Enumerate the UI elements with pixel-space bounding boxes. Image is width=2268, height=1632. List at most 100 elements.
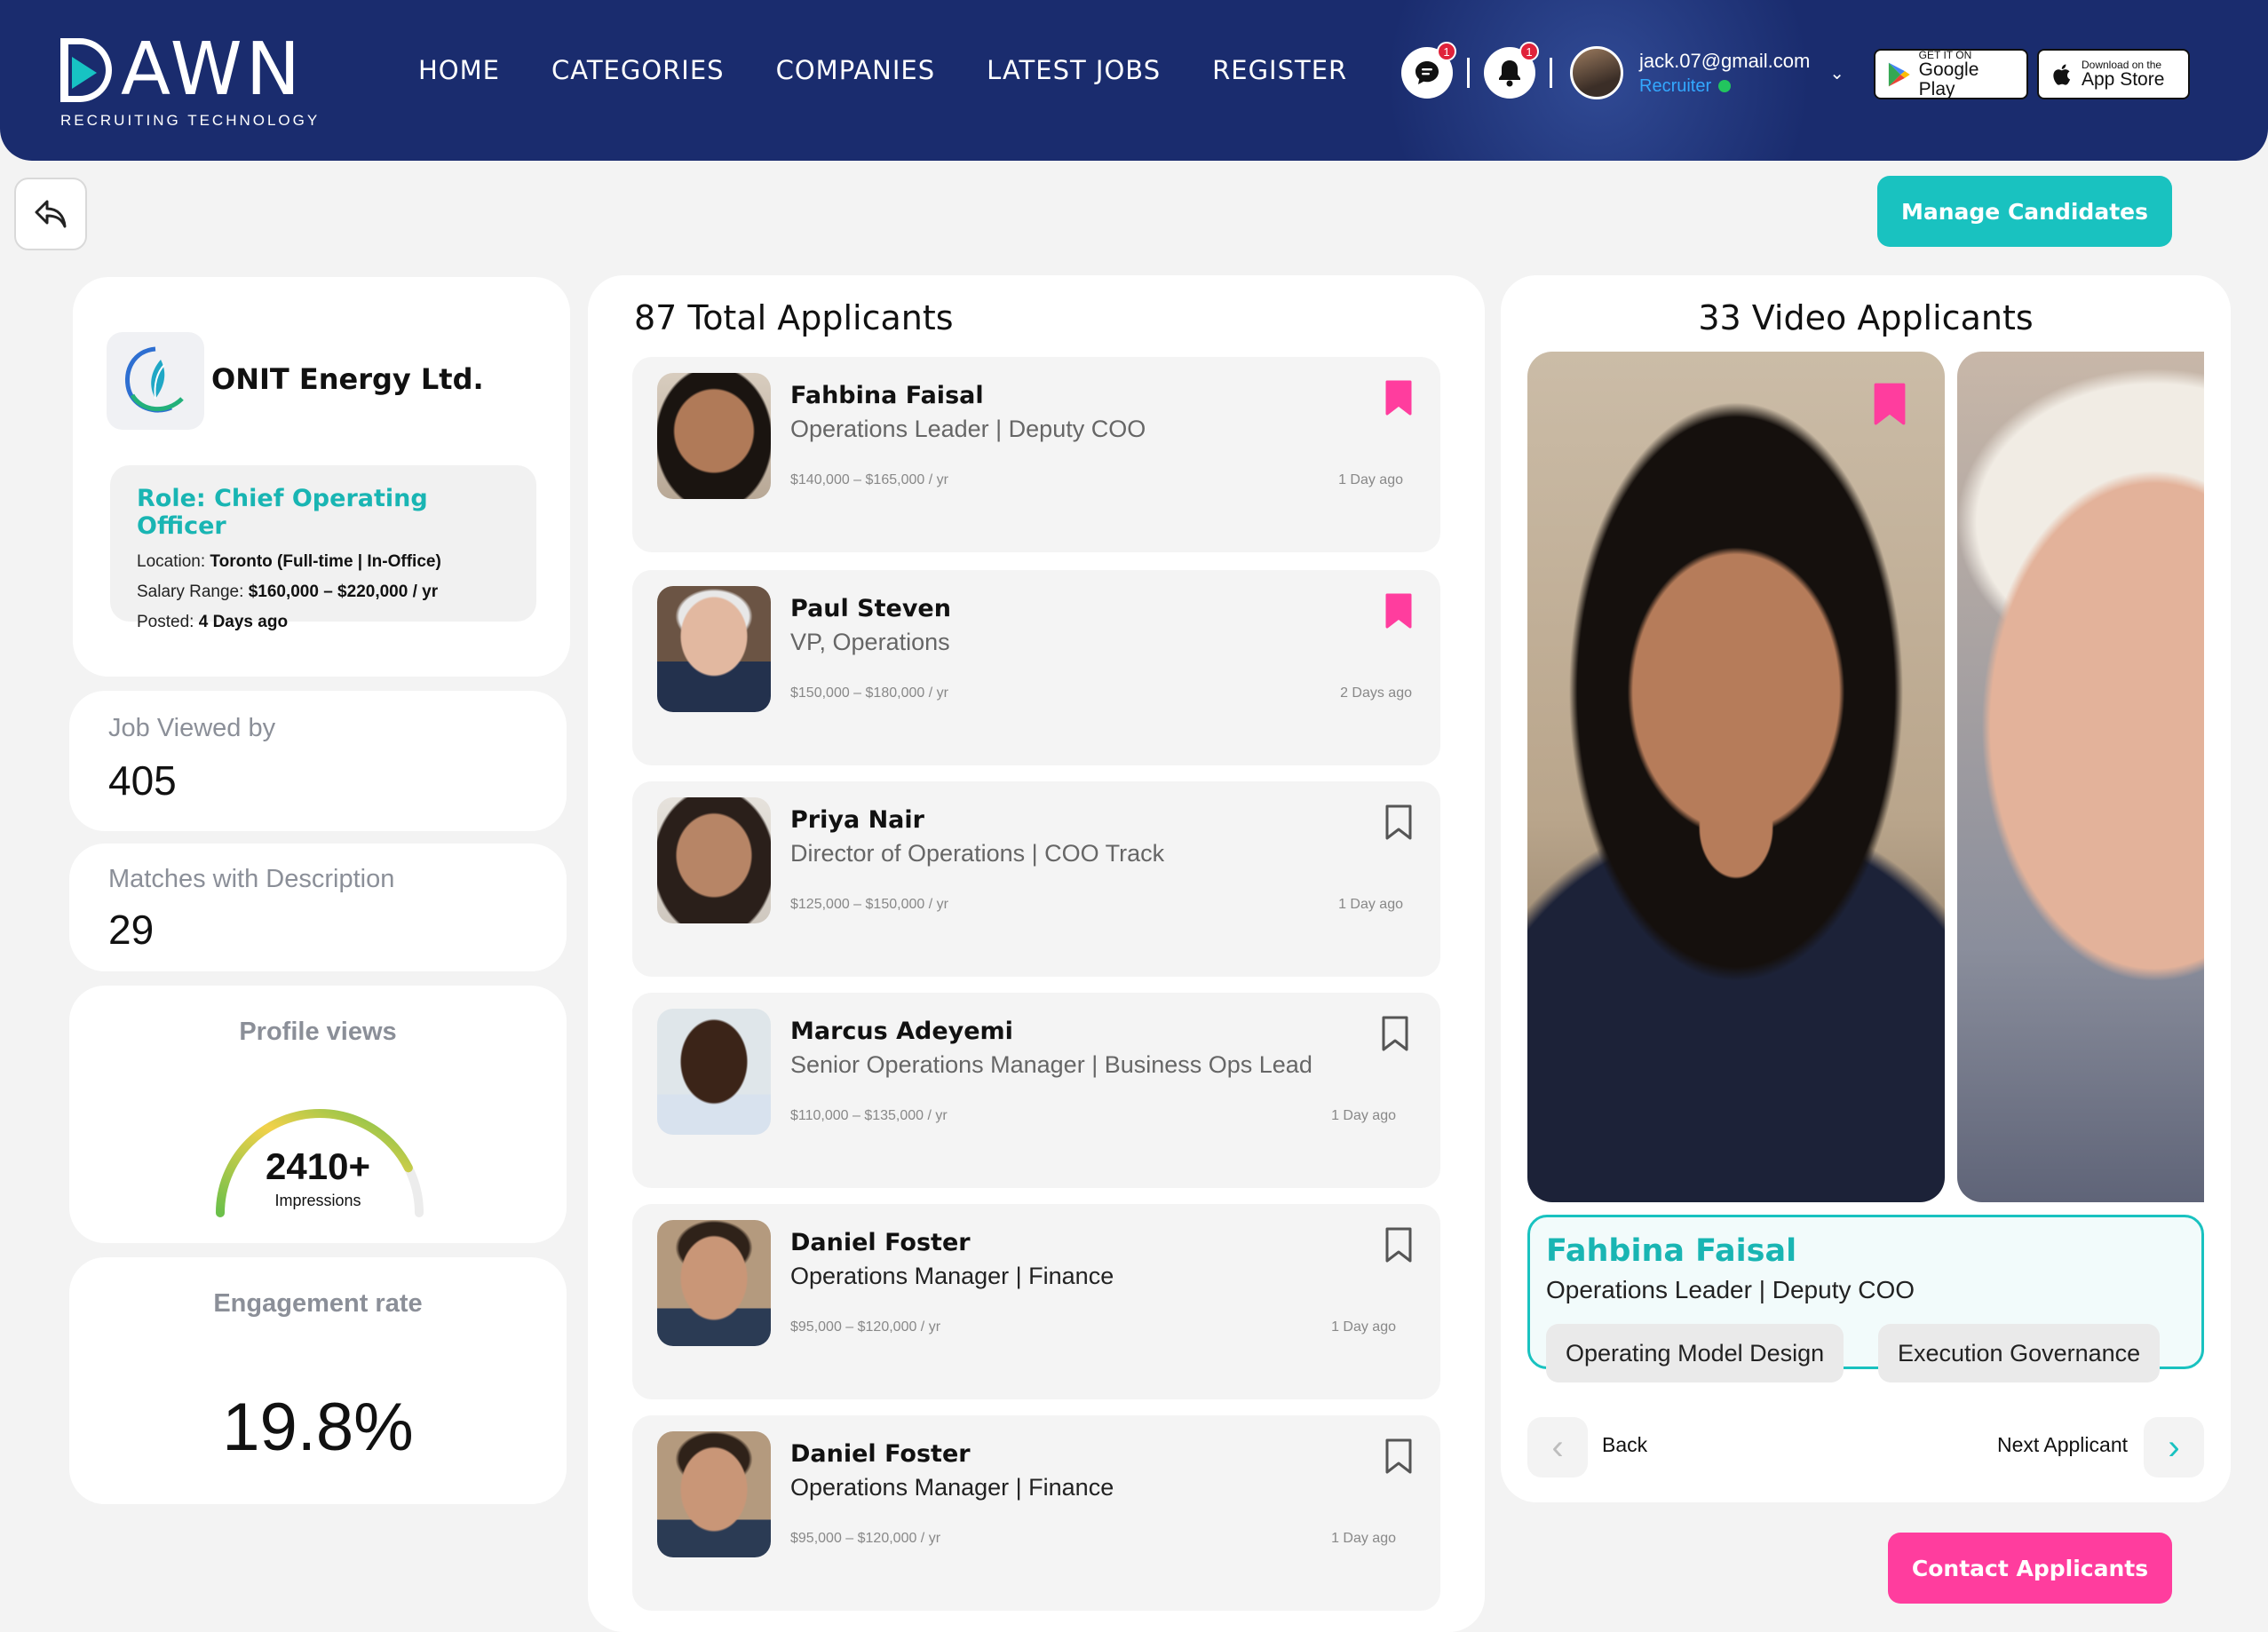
- applicant-photo: [657, 1431, 771, 1557]
- applicant-card[interactable]: Daniel Foster Operations Manager | Finan…: [632, 1415, 1440, 1611]
- matches-label: Matches with Description: [108, 865, 395, 893]
- job-role-title: Role: Chief Operating Officer: [137, 485, 428, 540]
- google-play-small: GET IT ON: [1918, 48, 1972, 61]
- back-button[interactable]: [14, 178, 87, 250]
- bookmark-outline-icon[interactable]: [1382, 1016, 1408, 1051]
- job-posted: Posted: 4 Days ago: [137, 613, 289, 631]
- applicant-photo: [657, 1220, 771, 1346]
- video-applicant-main[interactable]: [1527, 352, 1945, 1202]
- chevron-right-icon[interactable]: ›: [2144, 1417, 2204, 1478]
- logo-d-icon: [60, 38, 112, 102]
- nav-register[interactable]: REGISTER: [1212, 55, 1347, 85]
- applicant-title: Senior Operations Manager | Business Ops…: [790, 1051, 1312, 1078]
- applicant-name: Daniel Foster: [790, 1440, 971, 1468]
- skill-tag[interactable]: Execution Governance: [1878, 1324, 2161, 1382]
- engagement-card: Engagement rate 19.8%: [69, 1257, 567, 1504]
- messages-badge: 1: [1437, 42, 1456, 61]
- applicant-name: Paul Steven: [790, 595, 951, 622]
- applicant-time: 1 Day ago: [1331, 1108, 1396, 1123]
- bookmark-filled-icon[interactable]: [1874, 382, 1906, 426]
- company-name[interactable]: ONIT Energy Ltd.: [211, 362, 484, 396]
- applicant-card[interactable]: Paul Steven VP, Operations $150,000 – $1…: [632, 570, 1440, 765]
- nav-latest-jobs[interactable]: LATEST JOBS: [987, 55, 1161, 85]
- notifications-badge: 1: [1519, 42, 1539, 61]
- applicant-card[interactable]: Marcus Adeyemi Senior Operations Manager…: [632, 993, 1440, 1188]
- profile-views-label: Profile views: [239, 1018, 397, 1046]
- applicant-salary: $95,000 – $120,000 / yr: [790, 1531, 941, 1546]
- applicant-card[interactable]: Daniel Foster Operations Manager | Finan…: [632, 1204, 1440, 1399]
- applicant-title: Operations Manager | Finance: [790, 1263, 1114, 1289]
- brand-logo[interactable]: AWN RECRUITING TECHNOLOGY: [60, 34, 320, 130]
- applicant-name: Priya Nair: [790, 806, 924, 834]
- bookmark-outline-icon[interactable]: [1385, 1438, 1412, 1474]
- applicant-title: Director of Operations | COO Track: [790, 840, 1165, 867]
- engagement-value: 19.8%: [222, 1390, 414, 1465]
- bookmark-outline-icon[interactable]: [1385, 804, 1412, 840]
- applicant-salary: $150,000 – $180,000 / yr: [790, 685, 948, 701]
- nav-companies[interactable]: COMPANIES: [776, 55, 936, 85]
- header-divider: [1550, 58, 1552, 88]
- applicant-salary: $95,000 – $120,000 / yr: [790, 1319, 941, 1335]
- notifications-button[interactable]: 1: [1484, 42, 1539, 99]
- company-card: ONIT Energy Ltd. Role: Chief Operating O…: [73, 277, 570, 677]
- applicant-time: 1 Day ago: [1331, 1531, 1396, 1546]
- user-role-label: Recruiter: [1639, 75, 1712, 96]
- job-viewed-card: Job Viewed by 405: [69, 691, 567, 831]
- leaf-swirl-icon: [125, 346, 184, 413]
- nav-categories[interactable]: CATEGORIES: [551, 55, 725, 85]
- applicant-time: 1 Day ago: [1338, 897, 1403, 912]
- header-tools: 1 1 jack.07@gmail.com Recruiter ⌄: [1401, 42, 1844, 99]
- applicant-name: Marcus Adeyemi: [790, 1018, 1013, 1045]
- video-applicant-name[interactable]: Fahbina Faisal: [1546, 1233, 1796, 1269]
- profile-views-sub: Impressions: [274, 1192, 361, 1209]
- applicant-salary: $140,000 – $165,000 / yr: [790, 472, 948, 487]
- company-logo: [107, 332, 204, 430]
- brand-name-rest: AWN: [121, 28, 305, 112]
- applicant-photo: [657, 1009, 771, 1135]
- google-play-icon: [1888, 62, 1910, 86]
- contact-applicants-button[interactable]: Contact Applicants: [1888, 1533, 2172, 1604]
- next-applicant-link[interactable]: Next Applicant: [1997, 1433, 2128, 1457]
- job-summary: Role: Chief Operating Officer Location: …: [110, 465, 536, 631]
- matches-value: 29: [108, 907, 155, 953]
- video-applicant-next[interactable]: [1957, 352, 2204, 1202]
- manage-candidates-button[interactable]: Manage Candidates: [1877, 176, 2172, 247]
- chat-icon: [1416, 61, 1439, 84]
- video-applicants-title: 33 Video Applicants: [1698, 298, 2034, 337]
- applicant-card[interactable]: Priya Nair Director of Operations | COO …: [632, 781, 1440, 977]
- profile-views-card: Profile views 2410+ Impressions: [69, 986, 567, 1243]
- reply-arrow-icon: [35, 200, 67, 228]
- applicant-time: 2 Days ago: [1340, 685, 1412, 701]
- engagement-label: Engagement rate: [213, 1289, 423, 1318]
- video-applicant-title: Operations Leader | Deputy COO: [1546, 1276, 1915, 1303]
- chevron-down-icon[interactable]: ⌄: [1829, 62, 1844, 84]
- user-role: Recruiter: [1639, 76, 1810, 97]
- video-navigation: ‹ Back Next Applicant ›: [1527, 1417, 2204, 1479]
- bookmark-filled-icon[interactable]: [1385, 380, 1412, 416]
- bookmark-filled-icon[interactable]: [1385, 593, 1412, 629]
- main-nav: HOME CATEGORIES COMPANIES LATEST JOBS RE…: [418, 55, 1347, 85]
- job-salary: Salary Range: $160,000 – $220,000 / yr: [137, 582, 439, 601]
- app-store-small: Download on the: [2082, 58, 2162, 71]
- google-play-badge[interactable]: GET IT ON Google Play: [1874, 49, 2028, 99]
- messages-button[interactable]: 1: [1401, 42, 1456, 99]
- user-info[interactable]: jack.07@gmail.com Recruiter: [1639, 50, 1810, 97]
- job-viewed-value: 405: [108, 757, 177, 804]
- verified-icon: [1718, 80, 1732, 92]
- nav-home[interactable]: HOME: [418, 55, 500, 85]
- applicants-title: 87 Total Applicants: [634, 298, 954, 337]
- applicants-panel: 87 Total Applicants Fahbina Faisal Opera…: [588, 275, 1485, 1632]
- applicant-card[interactable]: Fahbina Faisal Operations Leader | Deput…: [632, 357, 1440, 552]
- skill-tag[interactable]: Operating Model Design: [1546, 1324, 1844, 1382]
- app-store-badge[interactable]: Download on the App Store: [2037, 49, 2190, 99]
- bookmark-outline-icon[interactable]: [1385, 1227, 1412, 1263]
- applicant-title: Operations Leader | Deputy COO: [790, 416, 1146, 442]
- bell-icon: [1499, 60, 1520, 87]
- chevron-left-icon[interactable]: ‹: [1527, 1417, 1588, 1478]
- matches-card: Matches with Description 29: [69, 844, 567, 971]
- applicant-photo: [657, 373, 771, 499]
- applicant-photo: [657, 797, 771, 923]
- back-link[interactable]: Back: [1602, 1433, 1647, 1457]
- user-avatar[interactable]: [1570, 46, 1623, 99]
- job-location: Location: Toronto (Full-time | In-Office…: [137, 552, 441, 571]
